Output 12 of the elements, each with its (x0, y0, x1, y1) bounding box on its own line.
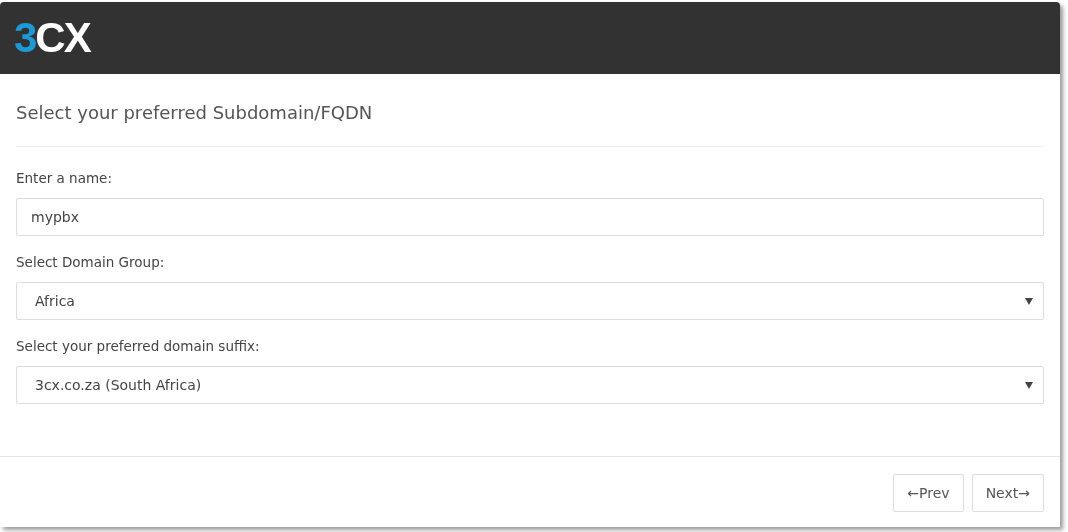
next-button[interactable]: Next→ (971, 474, 1044, 512)
caret-icon (1025, 381, 1033, 389)
dropdown[interactable]: Africa (16, 282, 1044, 320)
dropdown[interactable]: 3cx.co.za (South Africa) (16, 366, 1044, 404)
page-title: Select your preferred Subdomain/FQDN (16, 102, 374, 123)
field-label: Select Domain Group: (16, 254, 166, 270)
prev-button[interactable]: ←Prev (893, 474, 964, 512)
logo: 3CX (14, 17, 90, 59)
field-label: Select your preferred domain suffix: (16, 338, 261, 354)
name-input[interactable]: mypbx (16, 198, 1044, 236)
field-label: Enter a name: (16, 170, 113, 186)
caret-icon (1025, 297, 1033, 305)
